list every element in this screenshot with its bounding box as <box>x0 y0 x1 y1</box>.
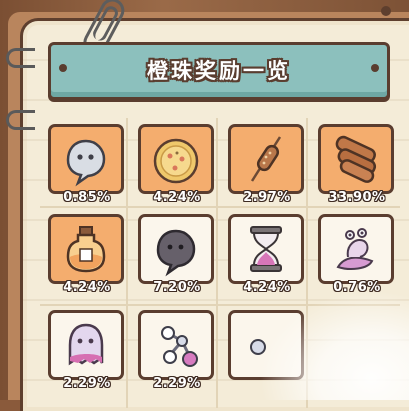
drop-rate: 4.24% <box>63 280 111 295</box>
pink-ghost-icon <box>68 323 104 366</box>
reward-item[interactable]: 7.20% <box>138 214 214 310</box>
reward-card[interactable] <box>138 124 214 194</box>
reward-card[interactable] <box>228 124 304 194</box>
reward-item[interactable]: 2.29% <box>48 310 124 406</box>
screen-glare <box>259 290 409 400</box>
drop-rate: 33.90% <box>328 190 386 205</box>
reward-card[interactable] <box>48 124 124 194</box>
drop-rate: 2.97% <box>243 190 291 205</box>
molecule-icon <box>161 326 198 367</box>
ghost-icon <box>66 139 106 187</box>
reward-item[interactable]: 2.97% <box>228 124 304 220</box>
hourglass-icon <box>250 226 282 272</box>
skewer-icon <box>250 136 282 182</box>
reward-item[interactable]: 0.85% <box>48 124 124 220</box>
pizza-coin-icon <box>153 138 199 184</box>
reward-card[interactable] <box>138 214 214 284</box>
title-banner: 橙珠奖励一览 <box>48 42 390 100</box>
page-title: 橙珠奖励一览 <box>147 59 291 83</box>
drop-rate: 0.85% <box>63 190 111 205</box>
drop-rate: 2.29% <box>63 376 111 391</box>
snail-icon <box>336 228 374 270</box>
potion-bottle-icon <box>66 226 106 273</box>
drop-rate: 2.29% <box>153 376 201 391</box>
reward-card[interactable] <box>228 214 304 284</box>
drop-rate: 4.24% <box>153 190 201 205</box>
reward-item[interactable]: 33.90% <box>318 124 394 220</box>
reward-item[interactable]: 4.24% <box>48 214 124 310</box>
bolt-icon <box>381 6 391 16</box>
drop-rate: 7.20% <box>153 280 201 295</box>
reward-item[interactable]: 2.29% <box>138 310 214 406</box>
binder-ring-icon <box>6 110 35 130</box>
dark-ghost-icon <box>156 229 196 277</box>
bread-rolls-icon <box>335 135 377 183</box>
reward-card[interactable] <box>318 214 394 284</box>
reward-item[interactable]: 4.24% <box>138 124 214 220</box>
binder-ring-icon <box>6 48 35 68</box>
reward-card[interactable] <box>48 214 124 284</box>
reward-card[interactable] <box>138 310 214 380</box>
reward-card[interactable] <box>48 310 124 380</box>
reward-card[interactable] <box>318 124 394 194</box>
